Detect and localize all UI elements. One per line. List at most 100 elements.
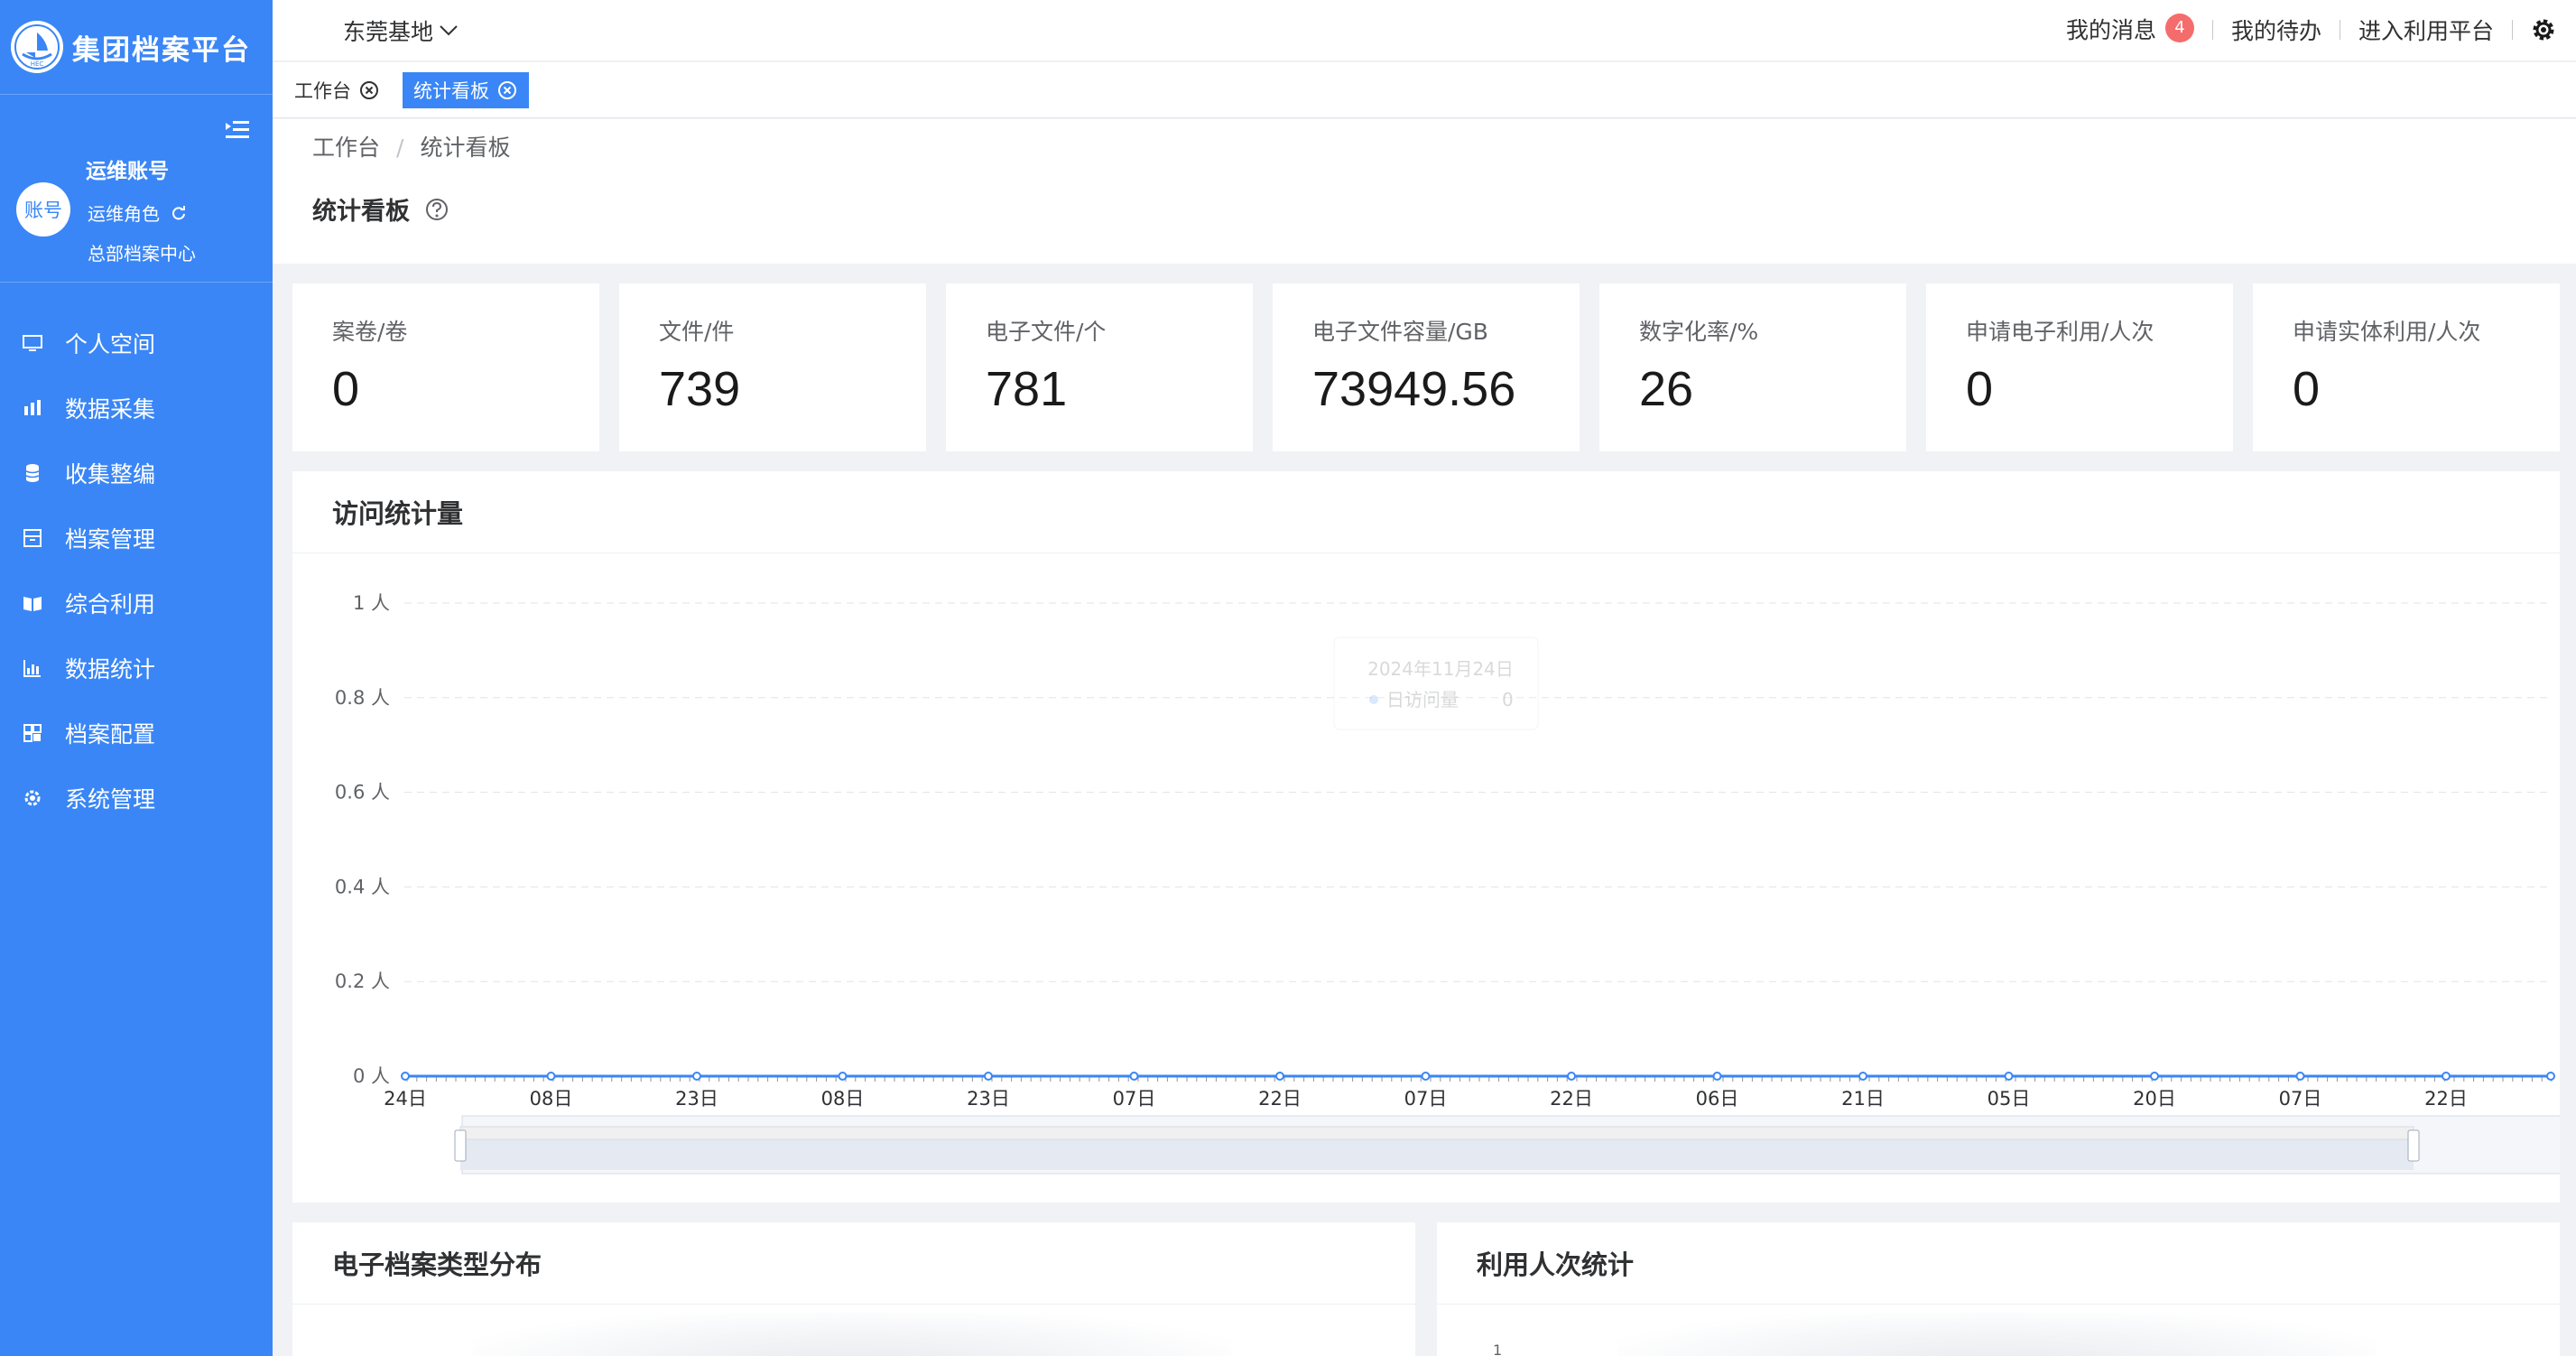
stat-value: 0 [2293,362,2321,416]
data-point[interactable] [1275,1072,1284,1081]
data-point[interactable] [838,1072,848,1081]
header-separator [2512,20,2513,41]
data-point[interactable] [2295,1072,2305,1081]
stat-label: 文件/件 [659,319,735,345]
sidebar-item-data-collect[interactable]: 数据采集 [0,376,273,441]
user-divider [0,282,273,283]
menu-collapse-icon[interactable] [224,119,251,141]
data-point[interactable] [2442,1072,2451,1081]
data-collect-icon [24,400,41,415]
sidebar-item-label: 个人空间 [65,331,156,358]
data-point[interactable] [1421,1072,1431,1081]
data-zoom-slider[interactable] [454,1115,2560,1175]
my-messages-link[interactable]: 我的消息 4 [2066,13,2194,48]
grid-config-icon [23,724,42,742]
archive-box-icon [23,529,42,547]
data-point[interactable] [1858,1072,1867,1081]
y-tick-label: 0.4 人 [335,876,390,897]
y-tick-label: 0.2 人 [335,971,390,992]
visit-line-chart[interactable]: 0 人 0.2 人 0.4 人 0.6 人 0.8 人 1 人 24日 08日 23日 08日 2… [292,471,2560,1203]
x-tick-label: 05日 [1988,1088,2031,1110]
enter-platform-link[interactable]: 进入利用平台 [2358,14,2494,46]
database-icon [25,464,40,482]
tabs-bar: 工作台 统计看板 [273,62,2576,118]
tab-label: 统计看板 [413,80,489,102]
y-tick-label: 0.6 人 [335,782,390,803]
breadcrumb-home[interactable]: 工作台 [312,135,380,161]
user-org: 总部档案中心 [88,243,196,265]
stat-value: 739 [659,362,741,416]
sidebar-item-data-statistics[interactable]: 数据统计 [0,636,273,701]
stat-label: 申请实体利用/人次 [2293,319,2481,345]
data-point[interactable] [984,1072,993,1081]
stat-card-physical-use-requests: 申请实体利用/人次 0 [2253,283,2560,451]
data-point[interactable] [1712,1072,1722,1081]
data-point[interactable] [2546,1072,2555,1081]
data-point[interactable] [546,1072,556,1081]
tab-workbench[interactable]: 工作台 [283,72,391,108]
e-archive-type-panel: 电子档案类型分布 [292,1222,1415,1356]
tooltip-date: 2024年11月24日 [1367,658,1514,680]
user-name: 运维账号 [86,160,169,183]
user-role[interactable]: 运维角色 [88,200,187,226]
y-tick-label: 0 人 [353,1065,390,1087]
data-point[interactable] [692,1072,701,1081]
stat-label: 申请电子利用/人次 [1966,319,2154,345]
sidebar-item-label: 数据采集 [65,396,156,423]
zoom-handle-left[interactable] [454,1129,467,1162]
stat-label: 案卷/卷 [332,319,408,345]
stat-value: 26 [1639,362,1694,416]
sidebar-item-collect-organize[interactable]: 收集整编 [0,441,273,506]
x-tick-label: 07日 [2279,1088,2322,1110]
header-separator [2211,20,2213,41]
tooltip-series: 日访问量 [1386,689,1459,711]
base-select-value: 东莞基地 [343,19,434,45]
sidebar-item-system-management[interactable]: 系统管理 [0,766,273,831]
stat-card-e-use-requests: 申请电子利用/人次 0 [1926,283,2233,451]
sidebar-item-archive-management[interactable]: 档案管理 [0,506,273,571]
avatar[interactable]: 账号 [16,182,70,237]
gear-icon[interactable] [2531,17,2556,42]
sidebar-item-personal-space[interactable]: 个人空间 [0,311,273,376]
tooltip-value: 0 [1502,689,1514,711]
logo-emblem-icon: HEC [11,21,63,73]
sidebar-item-archive-config[interactable]: 档案配置 [0,701,273,766]
stat-value: 781 [986,362,1068,416]
close-icon[interactable] [496,79,518,101]
data-point[interactable] [1567,1072,1576,1081]
sidebar-item-label: 档案配置 [65,721,156,748]
sidebar-item-label: 数据统计 [65,656,156,683]
base-select[interactable]: 东莞基地 [343,14,459,47]
data-point[interactable] [2150,1072,2159,1081]
breadcrumb-separator: / [396,135,404,161]
data-point[interactable] [2004,1072,2014,1081]
x-tick-label: 08日 [530,1088,573,1110]
app-logo[interactable]: HEC 集团档案平台 [11,11,273,83]
sidebar: HEC 集团档案平台 账号 运维账号 运维角色 总部档案中心 个人空间 数据采集 [0,0,273,1356]
stat-card-digitization-rate: 数字化率/% 26 [1599,283,1906,451]
stat-value: 0 [332,362,360,416]
help-icon[interactable] [424,197,449,222]
sidebar-item-comprehensive-use[interactable]: 综合利用 [0,571,273,636]
zoom-handle-right[interactable] [2407,1129,2420,1162]
page-header: 工作台 / 统计看板 统计看板 [273,119,2576,264]
switch-role-icon[interactable] [171,205,187,221]
data-point[interactable] [1129,1072,1139,1081]
stat-card-volumes: 案卷/卷 0 [292,283,599,451]
tab-dashboard[interactable]: 统计看板 [403,72,529,108]
book-open-icon [23,597,42,611]
message-count-badge: 4 [2164,13,2194,42]
stat-value: 0 [1966,362,1994,416]
x-tick-label: 07日 [1404,1088,1448,1110]
my-todo-link[interactable]: 我的待办 [2231,14,2321,46]
sidebar-item-label: 档案管理 [65,526,156,553]
x-tick-label: 24日 [384,1088,427,1110]
x-tick-label: 22日 [1258,1088,1302,1110]
monitor-icon [23,335,42,351]
close-icon[interactable] [358,79,380,101]
stat-card-e-files: 电子文件/个 781 [946,283,1253,451]
bar-chart-icon [23,660,41,677]
page-title-text: 统计看板 [312,198,410,226]
data-point[interactable] [401,1072,410,1081]
sidebar-divider [0,94,273,95]
